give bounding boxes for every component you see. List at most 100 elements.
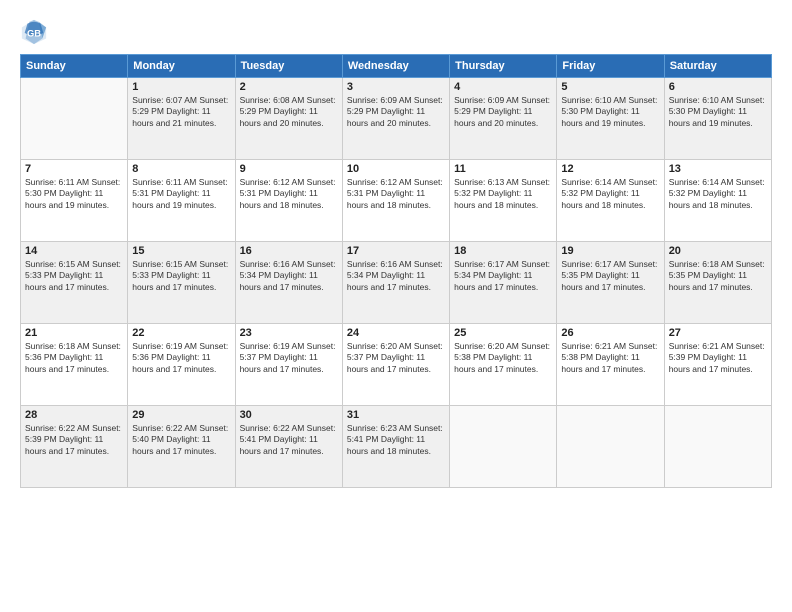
day-info: Sunrise: 6:17 AM Sunset: 5:34 PM Dayligh…	[454, 259, 552, 293]
svg-text:GB: GB	[27, 29, 41, 39]
calendar-cell: 9 Sunrise: 6:12 AM Sunset: 5:31 PM Daylig…	[235, 160, 342, 242]
calendar-cell: 2 Sunrise: 6:08 AM Sunset: 5:29 PM Daylig…	[235, 78, 342, 160]
day-number: 10	[347, 163, 445, 175]
day-number: 13	[669, 163, 767, 175]
day-info: Sunrise: 6:20 AM Sunset: 5:38 PM Dayligh…	[454, 341, 552, 375]
day-info: Sunrise: 6:14 AM Sunset: 5:32 PM Dayligh…	[561, 177, 659, 211]
day-number: 23	[240, 327, 338, 339]
day-info: Sunrise: 6:18 AM Sunset: 5:36 PM Dayligh…	[25, 341, 123, 375]
day-info: Sunrise: 6:17 AM Sunset: 5:35 PM Dayligh…	[561, 259, 659, 293]
calendar-cell: 5 Sunrise: 6:10 AM Sunset: 5:30 PM Daylig…	[557, 78, 664, 160]
day-number: 14	[25, 245, 123, 257]
day-info: Sunrise: 6:16 AM Sunset: 5:34 PM Dayligh…	[347, 259, 445, 293]
calendar-table: SundayMondayTuesdayWednesdayThursdayFrid…	[20, 54, 772, 488]
day-number: 2	[240, 81, 338, 93]
day-number: 27	[669, 327, 767, 339]
week-row-3: 14 Sunrise: 6:15 AM Sunset: 5:33 PM Dayli…	[21, 242, 772, 324]
weekday-header-monday: Monday	[128, 55, 235, 78]
day-info: Sunrise: 6:21 AM Sunset: 5:38 PM Dayligh…	[561, 341, 659, 375]
day-info: Sunrise: 6:21 AM Sunset: 5:39 PM Dayligh…	[669, 341, 767, 375]
calendar-cell: 23 Sunrise: 6:19 AM Sunset: 5:37 PM Dayli…	[235, 324, 342, 406]
weekday-header-friday: Friday	[557, 55, 664, 78]
day-info: Sunrise: 6:11 AM Sunset: 5:31 PM Dayligh…	[132, 177, 230, 211]
day-info: Sunrise: 6:22 AM Sunset: 5:41 PM Dayligh…	[240, 423, 338, 457]
day-info: Sunrise: 6:14 AM Sunset: 5:32 PM Dayligh…	[669, 177, 767, 211]
calendar-cell: 14 Sunrise: 6:15 AM Sunset: 5:33 PM Dayli…	[21, 242, 128, 324]
day-number: 29	[132, 409, 230, 421]
calendar-cell: 11 Sunrise: 6:13 AM Sunset: 5:32 PM Dayli…	[450, 160, 557, 242]
calendar-cell	[21, 78, 128, 160]
calendar-cell: 19 Sunrise: 6:17 AM Sunset: 5:35 PM Dayli…	[557, 242, 664, 324]
day-number: 30	[240, 409, 338, 421]
calendar-cell: 15 Sunrise: 6:15 AM Sunset: 5:33 PM Dayli…	[128, 242, 235, 324]
day-info: Sunrise: 6:09 AM Sunset: 5:29 PM Dayligh…	[454, 95, 552, 129]
day-info: Sunrise: 6:22 AM Sunset: 5:40 PM Dayligh…	[132, 423, 230, 457]
week-row-2: 7 Sunrise: 6:11 AM Sunset: 5:30 PM Daylig…	[21, 160, 772, 242]
calendar-cell: 3 Sunrise: 6:09 AM Sunset: 5:29 PM Daylig…	[342, 78, 449, 160]
calendar-cell: 29 Sunrise: 6:22 AM Sunset: 5:40 PM Dayli…	[128, 406, 235, 488]
day-number: 19	[561, 245, 659, 257]
calendar-cell: 4 Sunrise: 6:09 AM Sunset: 5:29 PM Daylig…	[450, 78, 557, 160]
logo: GB	[20, 18, 52, 46]
calendar-cell: 10 Sunrise: 6:12 AM Sunset: 5:31 PM Dayli…	[342, 160, 449, 242]
day-info: Sunrise: 6:10 AM Sunset: 5:30 PM Dayligh…	[561, 95, 659, 129]
weekday-header-sunday: Sunday	[21, 55, 128, 78]
day-info: Sunrise: 6:13 AM Sunset: 5:32 PM Dayligh…	[454, 177, 552, 211]
day-number: 15	[132, 245, 230, 257]
week-row-1: 1 Sunrise: 6:07 AM Sunset: 5:29 PM Daylig…	[21, 78, 772, 160]
day-number: 8	[132, 163, 230, 175]
day-info: Sunrise: 6:19 AM Sunset: 5:37 PM Dayligh…	[240, 341, 338, 375]
calendar-cell: 17 Sunrise: 6:16 AM Sunset: 5:34 PM Dayli…	[342, 242, 449, 324]
day-number: 7	[25, 163, 123, 175]
day-info: Sunrise: 6:15 AM Sunset: 5:33 PM Dayligh…	[25, 259, 123, 293]
calendar-cell: 30 Sunrise: 6:22 AM Sunset: 5:41 PM Dayli…	[235, 406, 342, 488]
day-number: 4	[454, 81, 552, 93]
day-number: 26	[561, 327, 659, 339]
calendar-cell: 26 Sunrise: 6:21 AM Sunset: 5:38 PM Dayli…	[557, 324, 664, 406]
calendar-cell: 1 Sunrise: 6:07 AM Sunset: 5:29 PM Daylig…	[128, 78, 235, 160]
calendar-cell: 12 Sunrise: 6:14 AM Sunset: 5:32 PM Dayli…	[557, 160, 664, 242]
calendar-cell	[450, 406, 557, 488]
day-info: Sunrise: 6:11 AM Sunset: 5:30 PM Dayligh…	[25, 177, 123, 211]
day-info: Sunrise: 6:22 AM Sunset: 5:39 PM Dayligh…	[25, 423, 123, 457]
week-row-4: 21 Sunrise: 6:18 AM Sunset: 5:36 PM Dayli…	[21, 324, 772, 406]
calendar-cell: 25 Sunrise: 6:20 AM Sunset: 5:38 PM Dayli…	[450, 324, 557, 406]
weekday-header-wednesday: Wednesday	[342, 55, 449, 78]
day-info: Sunrise: 6:15 AM Sunset: 5:33 PM Dayligh…	[132, 259, 230, 293]
day-info: Sunrise: 6:09 AM Sunset: 5:29 PM Dayligh…	[347, 95, 445, 129]
calendar-cell: 18Sunrise: 6:17 AM Sunset: 5:34 PM Dayli…	[450, 242, 557, 324]
calendar-cell: 27 Sunrise: 6:21 AM Sunset: 5:39 PM Dayli…	[664, 324, 771, 406]
day-number: 25	[454, 327, 552, 339]
day-number: 22	[132, 327, 230, 339]
calendar-page: GB SundayMondayTuesdayWednesdayThursdayF…	[0, 0, 792, 612]
day-number: 3	[347, 81, 445, 93]
calendar-cell: 28Sunrise: 6:22 AM Sunset: 5:39 PM Dayli…	[21, 406, 128, 488]
day-number: 5	[561, 81, 659, 93]
day-number: 1	[132, 81, 230, 93]
day-info: Sunrise: 6:12 AM Sunset: 5:31 PM Dayligh…	[347, 177, 445, 211]
day-number: 17	[347, 245, 445, 257]
day-info: Sunrise: 6:23 AM Sunset: 5:41 PM Dayligh…	[347, 423, 445, 457]
day-info: Sunrise: 6:07 AM Sunset: 5:29 PM Dayligh…	[132, 95, 230, 129]
day-info: Sunrise: 6:19 AM Sunset: 5:36 PM Dayligh…	[132, 341, 230, 375]
day-info: Sunrise: 6:08 AM Sunset: 5:29 PM Dayligh…	[240, 95, 338, 129]
calendar-cell: 20 Sunrise: 6:18 AM Sunset: 5:35 PM Dayli…	[664, 242, 771, 324]
calendar-cell: 16Sunrise: 6:16 AM Sunset: 5:34 PM Dayli…	[235, 242, 342, 324]
day-info: Sunrise: 6:16 AM Sunset: 5:34 PM Dayligh…	[240, 259, 338, 293]
day-number: 20	[669, 245, 767, 257]
calendar-cell: 21 Sunrise: 6:18 AM Sunset: 5:36 PM Dayli…	[21, 324, 128, 406]
day-number: 21	[25, 327, 123, 339]
day-info: Sunrise: 6:20 AM Sunset: 5:37 PM Dayligh…	[347, 341, 445, 375]
day-number: 12	[561, 163, 659, 175]
day-info: Sunrise: 6:18 AM Sunset: 5:35 PM Dayligh…	[669, 259, 767, 293]
day-number: 9	[240, 163, 338, 175]
calendar-cell: 6Sunrise: 6:10 AM Sunset: 5:30 PM Daylig…	[664, 78, 771, 160]
day-number: 6	[669, 81, 767, 93]
logo-icon: GB	[20, 18, 48, 46]
weekday-header-row: SundayMondayTuesdayWednesdayThursdayFrid…	[21, 55, 772, 78]
day-number: 11	[454, 163, 552, 175]
calendar-cell: 7 Sunrise: 6:11 AM Sunset: 5:30 PM Daylig…	[21, 160, 128, 242]
calendar-cell: 8 Sunrise: 6:11 AM Sunset: 5:31 PM Daylig…	[128, 160, 235, 242]
day-info: Sunrise: 6:12 AM Sunset: 5:31 PM Dayligh…	[240, 177, 338, 211]
day-number: 31	[347, 409, 445, 421]
